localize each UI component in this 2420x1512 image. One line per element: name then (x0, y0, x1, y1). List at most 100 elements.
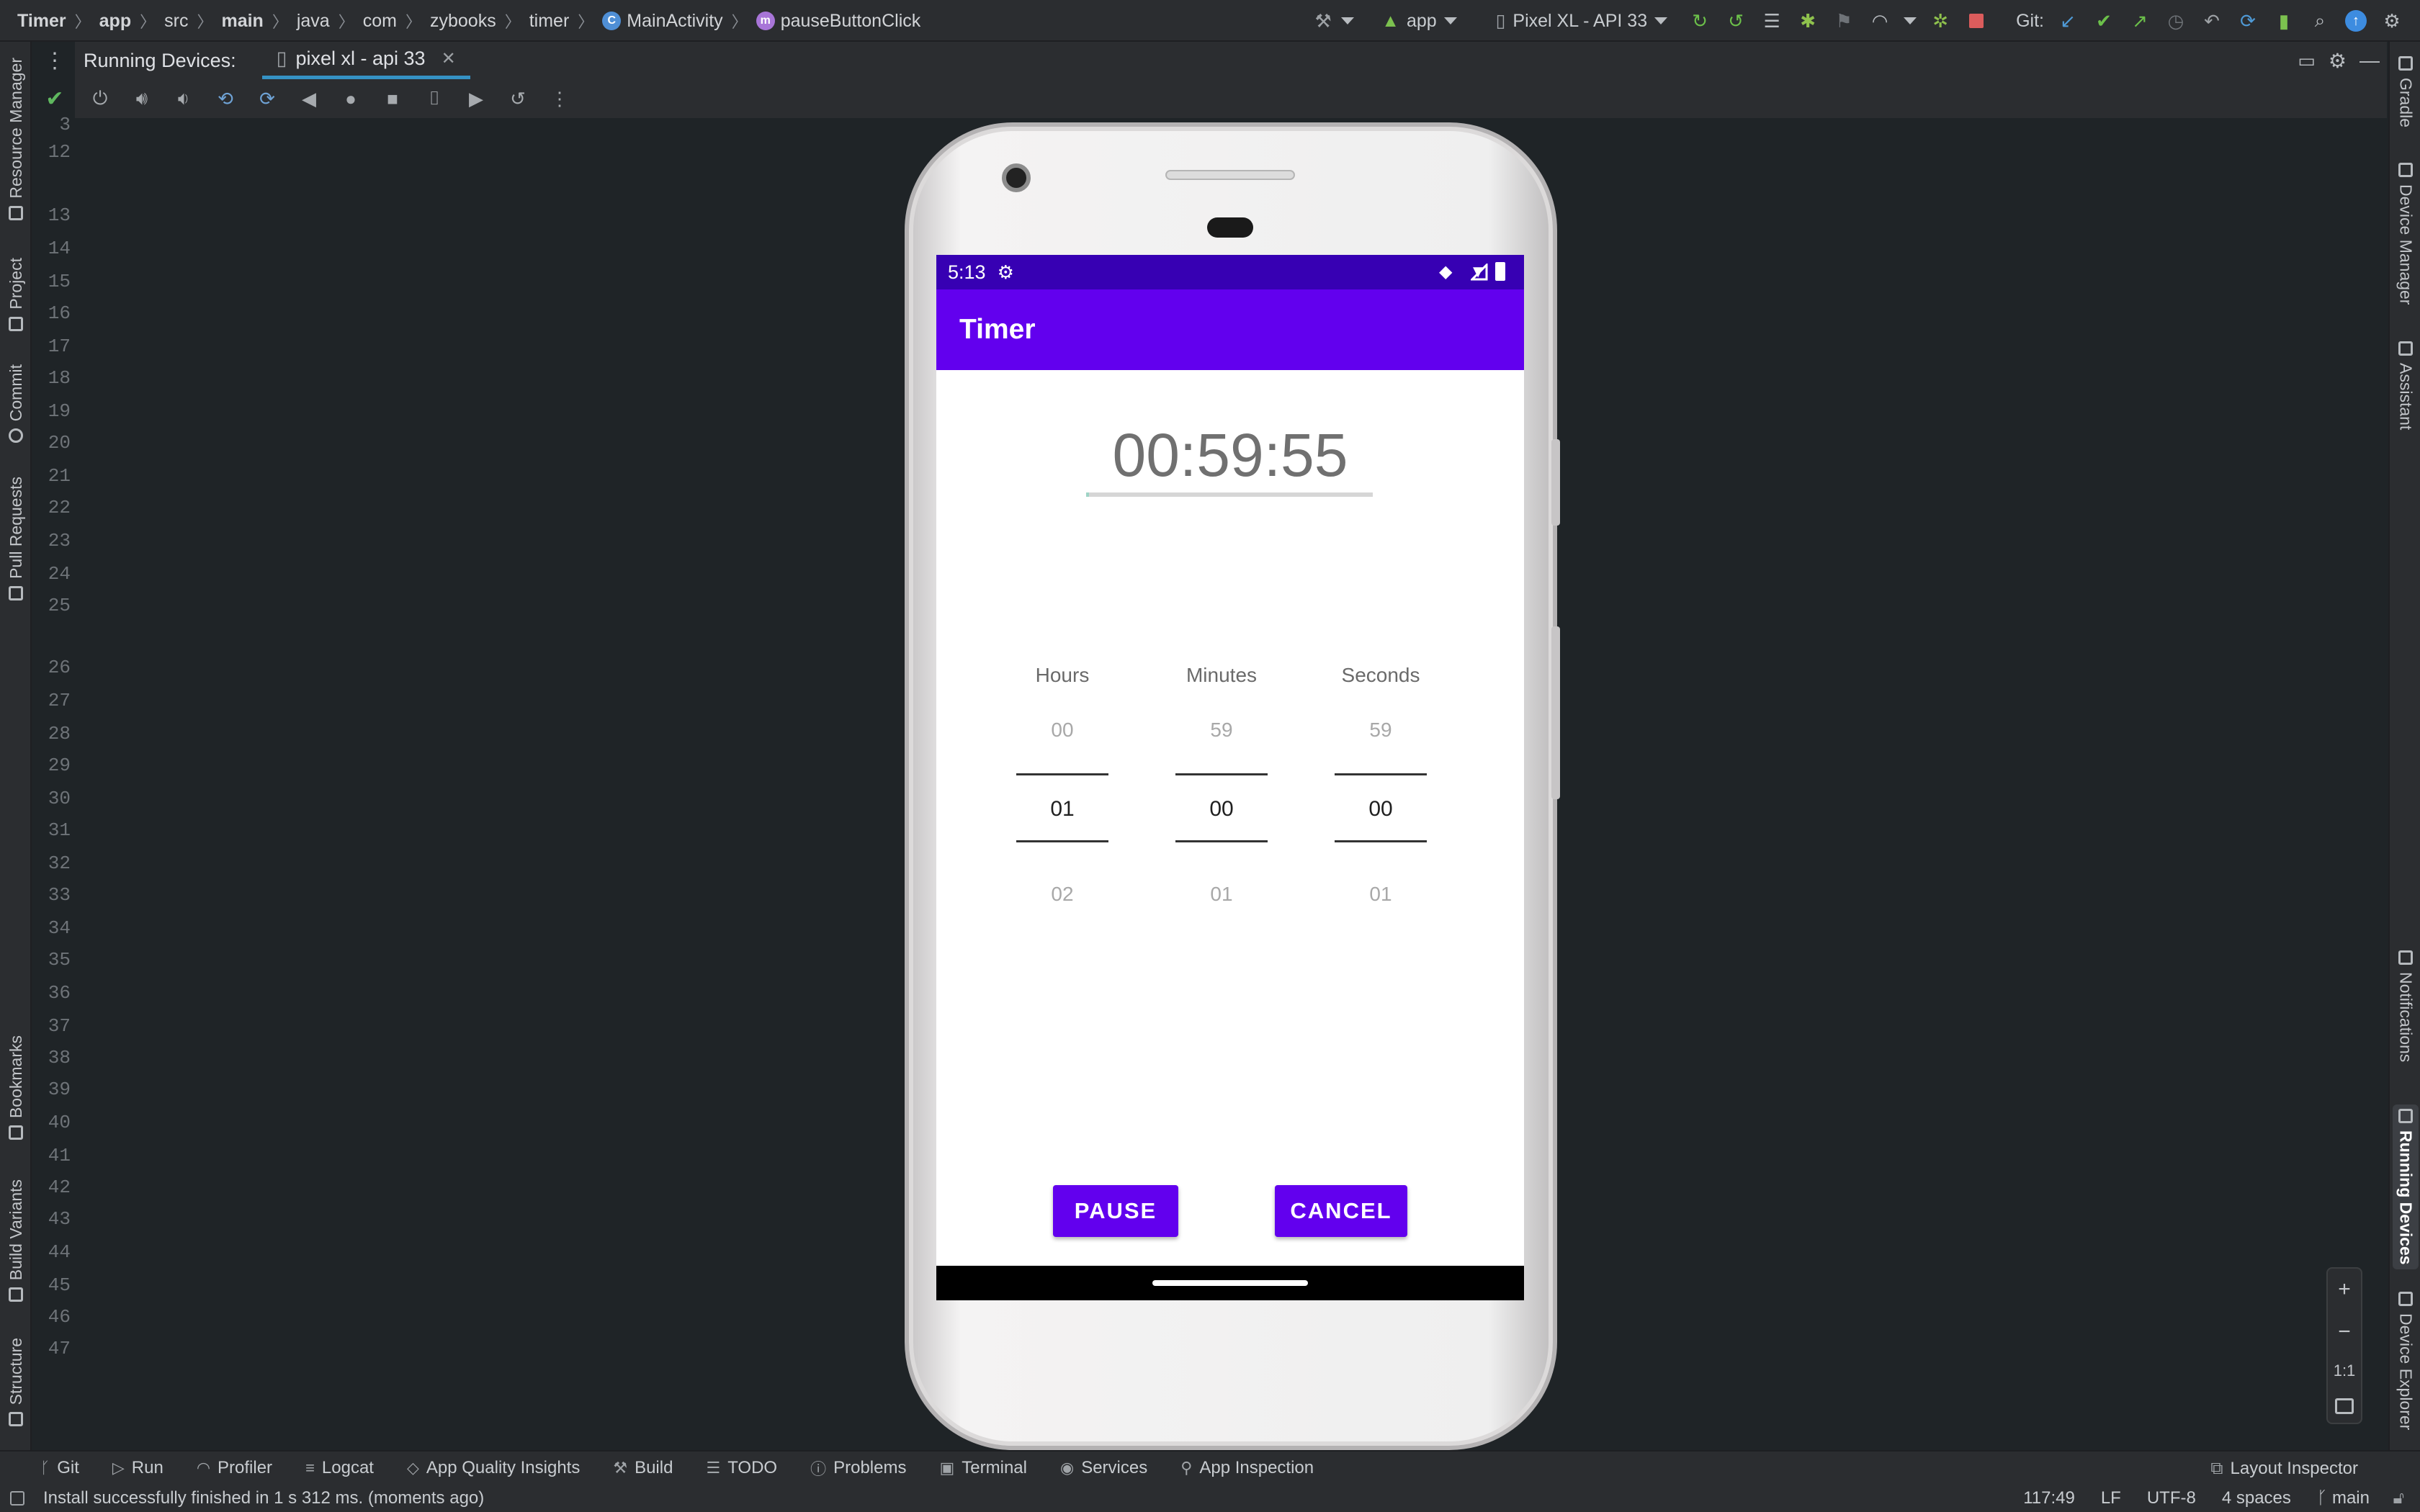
attach-debugger-icon[interactable]: ⚑ (1828, 5, 1860, 37)
git-push-icon[interactable]: ↗ (2124, 5, 2156, 37)
breadcrumb-com[interactable]: com (363, 11, 397, 32)
picker-selected-value[interactable]: 01 (1005, 797, 1120, 826)
settings-gear-icon[interactable]: ⚙ (2329, 49, 2347, 73)
hours-picker[interactable]: Hours 00 01 02 (1005, 664, 1120, 906)
tool-device-explorer[interactable]: Device Explorer (2393, 1292, 2419, 1430)
bottom-tab-profiler[interactable]: ◠ Profiler (197, 1458, 272, 1478)
git-commit-icon[interactable]: ✔ (2088, 5, 2120, 37)
lock-icon[interactable]: 🔓︎ (2393, 1488, 2404, 1508)
fit-screen-icon[interactable] (2335, 1398, 2354, 1414)
more-vert-icon[interactable]: ⋮ (544, 83, 575, 114)
tool-commit[interactable]: Commit (3, 364, 29, 444)
history-icon[interactable]: ◷ (2160, 5, 2192, 37)
reset-icon[interactable]: ↺ (502, 83, 534, 114)
rotate-right-icon[interactable]: ⟳ (251, 83, 283, 114)
stop-icon[interactable] (1960, 5, 1992, 37)
tool-bookmarks[interactable]: Bookmarks (3, 1035, 29, 1140)
minutes-picker[interactable]: Minutes 59 00 01 (1164, 664, 1279, 906)
settings-gear-icon[interactable]: ⚙ (2376, 5, 2408, 37)
tool-assistant[interactable]: Assistant (2393, 341, 2419, 430)
bottom-tab-logcat[interactable]: ≡ Logcat (305, 1458, 374, 1478)
profile-icon[interactable]: ◠ (1864, 5, 1896, 37)
power-icon[interactable]: ⏻ (84, 83, 116, 114)
tool-gradle[interactable]: Gradle (2393, 56, 2419, 127)
bottom-tab-app-inspection[interactable]: ⚲ App Inspection (1180, 1458, 1314, 1478)
git-update-icon[interactable]: ↙ (2052, 5, 2084, 37)
status-message[interactable]: Install successfully finished in 1 s 312… (43, 1488, 484, 1508)
breadcrumb-main[interactable]: main (221, 11, 263, 32)
actual-size-button[interactable]: 1:1 (2334, 1362, 2356, 1380)
breadcrumb-project[interactable]: Timer (17, 11, 66, 32)
volume-up-icon[interactable]: 🔊︎ (126, 83, 158, 114)
search-icon[interactable]: ⌕ (2304, 5, 2336, 37)
cancel-button[interactable]: CANCEL (1275, 1185, 1407, 1237)
debug-attach-icon[interactable]: ✲ (1924, 5, 1956, 37)
overview-icon[interactable]: ■ (377, 83, 408, 114)
bottom-tab-run[interactable]: ▷ Run (112, 1458, 163, 1478)
tool-resource-manager[interactable]: Resource Manager (3, 58, 29, 220)
bottom-tab-problems[interactable]: ⓘ Problems (810, 1457, 906, 1480)
home-gesture-handle[interactable] (1152, 1280, 1308, 1286)
tool-project[interactable]: Project (3, 258, 29, 331)
breadcrumb-java[interactable]: java (297, 11, 330, 32)
layout-inspector-tab[interactable]: ⧉ Layout Inspector (2210, 1452, 2358, 1486)
maximize-icon[interactable]: ▭ (2298, 50, 2316, 72)
picker-next-value[interactable]: 01 (1164, 883, 1279, 906)
breadcrumb-timer[interactable]: timer (529, 11, 570, 32)
line-separator[interactable]: LF (2101, 1488, 2121, 1508)
minimize-icon[interactable]: — (2360, 49, 2380, 72)
breadcrumb-src[interactable]: src (164, 11, 188, 32)
indent-setting[interactable]: 4 spaces (2222, 1488, 2291, 1508)
rollback-icon[interactable]: ↶ (2196, 5, 2228, 37)
bottom-tab-todo[interactable]: ☰ TODO (706, 1458, 777, 1478)
device-selector[interactable]: ▯ Pixel XL - API 33 (1486, 5, 1677, 37)
breadcrumb-class[interactable]: MainActivity (627, 11, 722, 32)
git-branch[interactable]: ᚴ main (2317, 1488, 2370, 1508)
apply-changes-icon[interactable]: ↻ (1684, 5, 1716, 37)
run-config-selector[interactable]: ▲ app (1371, 5, 1466, 37)
bottom-tab-git[interactable]: ᚴ Git (40, 1458, 79, 1478)
seconds-picker[interactable]: Seconds 59 00 01 (1323, 664, 1438, 906)
pause-button[interactable]: PAUSE (1053, 1185, 1178, 1237)
update-icon[interactable]: ↑ (2340, 5, 2372, 37)
picker-prev-value[interactable]: 59 (1164, 719, 1279, 747)
tool-build-variants[interactable]: Build Variants (3, 1179, 29, 1302)
zoom-out-button[interactable]: − (2338, 1320, 2351, 1344)
picker-selected-value[interactable]: 00 (1323, 797, 1438, 826)
device-manager-icon[interactable]: ▮ (2268, 5, 2300, 37)
close-icon[interactable]: ✕ (442, 48, 456, 69)
zoom-in-button[interactable]: + (2338, 1277, 2351, 1302)
build-hammer-icon[interactable]: ⚒ (1307, 5, 1339, 37)
caret-position[interactable]: 117:49 (2023, 1488, 2075, 1508)
camera-icon[interactable]: ⌷ (418, 83, 450, 114)
apply-code-changes-icon[interactable]: ↺ (1720, 5, 1752, 37)
tool-pull-requests[interactable]: Pull Requests (3, 477, 29, 600)
tool-device-manager[interactable]: Device Manager (2393, 163, 2419, 305)
bottom-tab-terminal[interactable]: ▣ Terminal (939, 1458, 1027, 1478)
device-tab[interactable]: ▯ pixel xl - api 33 ✕ (261, 42, 470, 79)
back-icon[interactable]: ◀ (293, 83, 325, 114)
picker-prev-value[interactable]: 00 (1005, 719, 1120, 747)
bottom-tab-services[interactable]: ◉ Services (1060, 1458, 1147, 1478)
breadcrumb-module[interactable]: app (99, 11, 131, 32)
breadcrumb-zybooks[interactable]: zybooks (430, 11, 496, 32)
sync-gradle-icon[interactable]: ⟳ (2232, 5, 2264, 37)
record-video-icon[interactable]: ▶ (460, 83, 492, 114)
bottom-tab-build[interactable]: ⚒ Build (613, 1458, 673, 1478)
picker-selected-value[interactable]: 00 (1164, 797, 1279, 826)
picker-next-value[interactable]: 01 (1323, 883, 1438, 906)
status-frame-icon[interactable] (10, 1491, 24, 1506)
volume-down-icon[interactable]: 🔉︎ (168, 83, 200, 114)
debug-icon[interactable]: ✱ (1792, 5, 1824, 37)
tool-notifications[interactable]: Notifications (2393, 950, 2419, 1062)
tool-structure[interactable]: Structure (3, 1338, 29, 1427)
rotate-left-icon[interactable]: ⟲ (210, 83, 241, 114)
picker-next-value[interactable]: 02 (1005, 883, 1120, 906)
file-encoding[interactable]: UTF-8 (2147, 1488, 2196, 1508)
breadcrumb-method[interactable]: pauseButtonClick (781, 11, 921, 32)
chevron-down-icon[interactable] (1341, 17, 1355, 24)
bottom-tab-app-quality[interactable]: ◇ App Quality Insights (407, 1458, 580, 1478)
picker-prev-value[interactable]: 59 (1323, 719, 1438, 747)
tool-running-devices[interactable]: Running Devices (2393, 1104, 2419, 1269)
chevron-down-icon[interactable] (1904, 17, 1917, 24)
